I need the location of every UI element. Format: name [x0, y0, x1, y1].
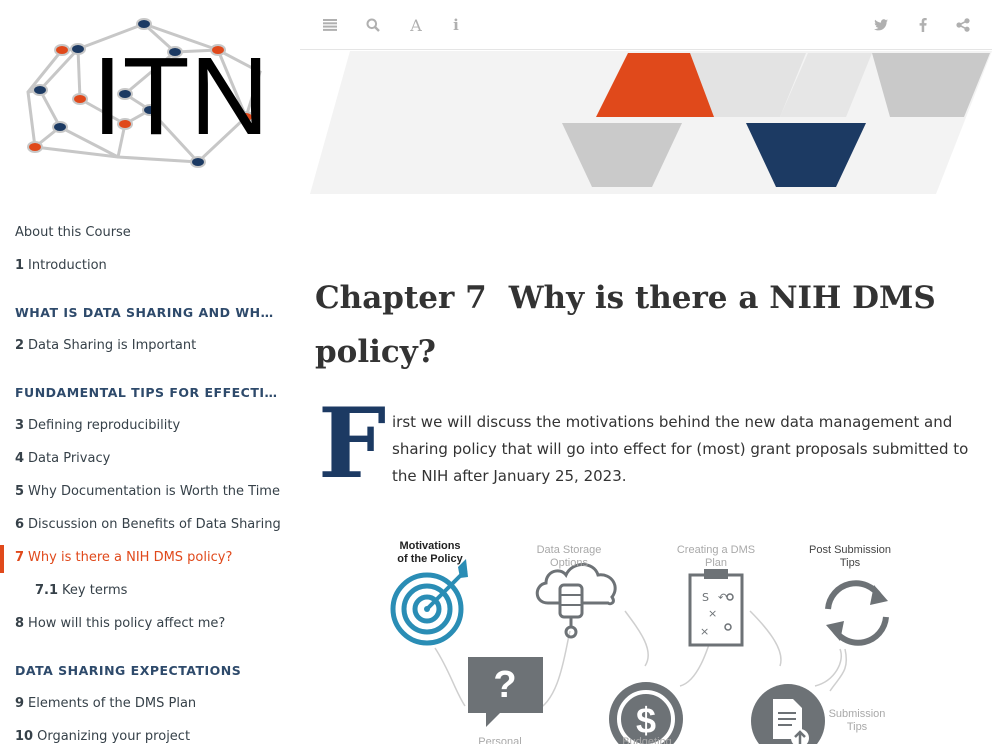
toc-item[interactable]: 1 Introduction — [0, 253, 285, 286]
toc-item-label: Defining reproducibility — [28, 418, 181, 433]
toc-item[interactable]: 9 Elements of the DMS Plan — [0, 691, 285, 724]
network-graphic: ITN — [26, 18, 269, 168]
toc-item-number: 4 — [15, 451, 25, 466]
toc-item-number: 5 — [15, 484, 25, 499]
toc-item-label: Why is there a NIH DMS policy? — [28, 550, 233, 565]
toc-item-label: Introduction — [28, 258, 107, 273]
font-icon[interactable]: A — [405, 14, 427, 36]
cloud-database-icon — [535, 563, 617, 639]
sidebar: ITN About this Course 1 Introduction WHAT I… — [0, 0, 300, 744]
logo-text: ITN — [92, 35, 269, 158]
toc-item-label: Data Privacy — [28, 451, 111, 466]
svg-text:×: × — [700, 625, 709, 638]
label-submission-line2: Tips — [847, 721, 868, 733]
label-motivations-line1: Motivations — [399, 540, 460, 552]
toc-item-label: Key terms — [62, 583, 128, 598]
label-personal: Personal — [478, 736, 521, 744]
toc-item-number: 6 — [15, 517, 25, 532]
svg-text:×: × — [708, 607, 717, 620]
label-storage-line1: Data Storage — [537, 544, 602, 556]
svg-text:$: $ — [636, 700, 656, 741]
toc-item-number: 7.1 — [35, 583, 59, 598]
chapter-number: Chapter 7 — [315, 280, 487, 316]
toc-item-label: Elements of the DMS Plan — [28, 696, 197, 711]
target-icon — [390, 559, 468, 646]
share-icon[interactable] — [952, 14, 974, 36]
info-icon[interactable]: i — [445, 14, 467, 36]
dms-course-overview-diagram: ? $ S ↶ × × Motivations of the Policy Da… — [390, 540, 891, 744]
toc-item-number: 8 — [15, 616, 25, 631]
label-post-line2: Tips — [840, 557, 861, 569]
toc-item-active[interactable]: 7 Why is there a NIH DMS policy? — [0, 545, 285, 578]
toc-item-number: 7 — [15, 550, 25, 565]
toc-item-label: Discussion on Benefits of Data Sharing — [28, 517, 281, 532]
label-storage-line2: Options — [550, 557, 588, 569]
toc-item[interactable]: 4 Data Privacy — [0, 446, 285, 479]
toc-item-label: How will this policy affect me? — [28, 616, 226, 631]
label-creating-line2: Plan — [705, 557, 727, 569]
itn-logo[interactable]: ITN — [20, 12, 280, 182]
toc-item[interactable]: 5 Why Documentation is Worth the Time — [0, 479, 285, 512]
toc-item[interactable]: 7.1 Key terms — [0, 578, 285, 611]
toc-item[interactable]: 6 Discussion on Benefits of Data Sharing — [0, 512, 285, 545]
document-upload-icon — [751, 684, 825, 744]
toc-item[interactable]: About this Course — [0, 220, 285, 253]
label-submission-line1: Submission — [829, 708, 886, 720]
toc-part-header: WHAT IS DATA SHARING AND WHY IS IT IMPOR… — [15, 305, 280, 320]
toc-item[interactable]: 3 Defining reproducibility — [0, 413, 285, 446]
toc-item-number: 1 — [15, 258, 25, 273]
toc-item-label: Organizing your project — [37, 729, 191, 744]
svg-text:S: S — [702, 591, 709, 604]
label-creating-line1: Creating a DMS — [677, 544, 755, 556]
book-toolbar: A i — [300, 0, 992, 50]
toc-item-number: 2 — [15, 338, 25, 353]
facebook-icon[interactable] — [912, 14, 934, 36]
drop-cap: F — [318, 387, 387, 500]
toc-part-header: DATA SHARING EXPECTATIONS — [15, 663, 242, 678]
toc-item-label: About this Course — [15, 225, 131, 240]
hamburger-icon[interactable] — [319, 14, 341, 36]
toc-item-number: 3 — [15, 418, 25, 433]
twitter-icon[interactable] — [870, 14, 892, 36]
question-bubble-icon: ? — [468, 657, 543, 727]
toc-part-header: FUNDAMENTAL TIPS FOR EFFECTIVE DATA SHAR… — [15, 385, 280, 400]
label-post-line1: Post Submission — [809, 544, 891, 556]
main-content: Chapter 7 Why is there a NIH DMS policy? … — [300, 51, 992, 744]
table-of-contents: About this Course 1 Introduction WHAT IS DA… — [0, 220, 300, 744]
svg-text:↶: ↶ — [718, 591, 727, 604]
label-motivations-line2: of the Policy — [397, 553, 463, 565]
toc-item[interactable]: 8 How will this policy affect me? — [0, 611, 285, 644]
toc-item-number: 9 — [15, 696, 25, 711]
toc-item-label: Data Sharing is Important — [28, 338, 197, 353]
dollar-icon: $ — [609, 682, 683, 744]
svg-text:?: ? — [493, 664, 516, 706]
chapter-title: Chapter 7 Why is there a NIH DMS policy? — [315, 271, 955, 379]
refresh-arrows-icon — [825, 580, 889, 646]
intro-paragraph: irst we will discuss the motivations beh… — [392, 413, 969, 485]
toc-item-label: Why Documentation is Worth the Time — [28, 484, 280, 499]
search-icon[interactable] — [362, 14, 384, 36]
toc-item[interactable]: 2 Data Sharing is Important — [0, 333, 285, 366]
toc-item-number: 10 — [15, 729, 34, 744]
label-budgeting: Budgeting — [622, 736, 672, 744]
clipboard-plan-icon: S ↶ × × — [688, 569, 744, 647]
chapter-banner-graphic — [310, 51, 992, 194]
toc-item[interactable]: 10 Organizing your project — [0, 724, 285, 744]
